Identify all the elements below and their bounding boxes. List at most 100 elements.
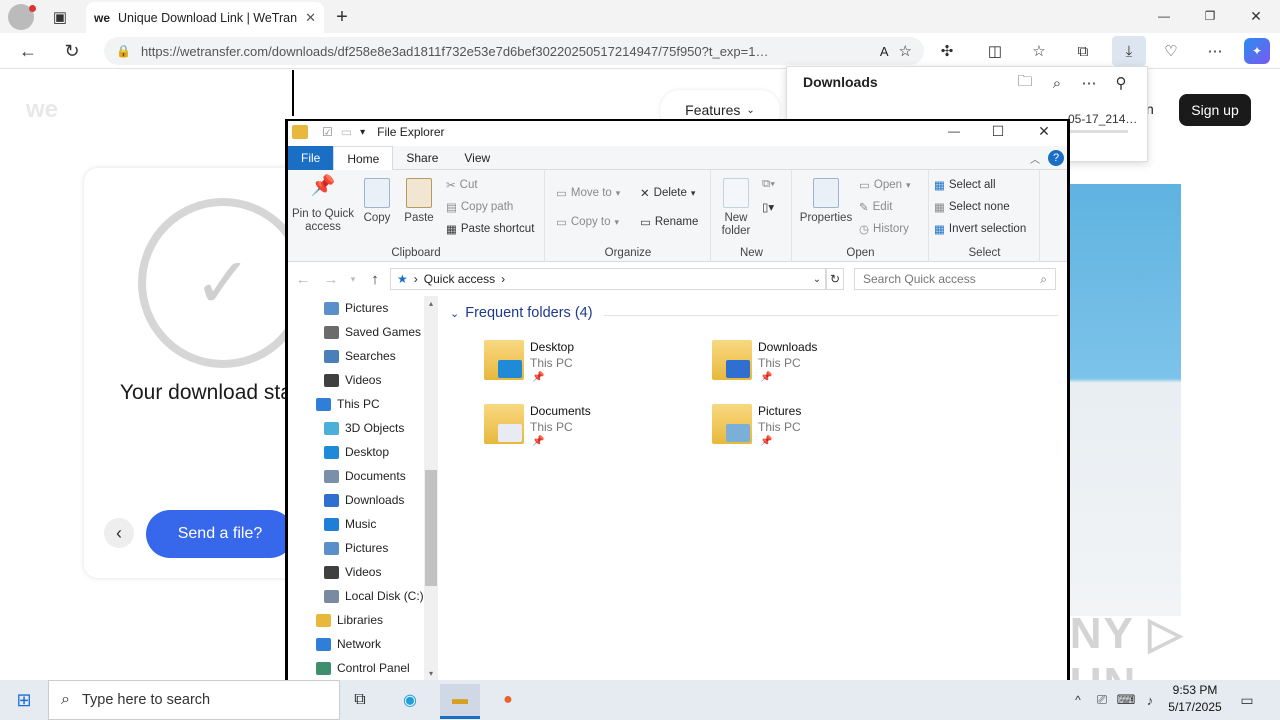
tab-actions-icon[interactable]: ▣ bbox=[48, 5, 72, 29]
recent-locations-icon[interactable]: ▾ bbox=[346, 270, 360, 288]
tray-chevron-icon[interactable]: ^ bbox=[1068, 688, 1088, 712]
pin-quick-access-button[interactable]: 📌 Pin to Quick access bbox=[290, 176, 356, 234]
network-icon[interactable]: ⌨ bbox=[1116, 688, 1136, 712]
breadcrumb[interactable]: ★ › Quick access › bbox=[390, 268, 826, 290]
download-item-name[interactable]: 05-17_214… bbox=[1068, 112, 1137, 126]
breadcrumb-quick-access[interactable]: Quick access bbox=[424, 272, 495, 286]
rename-button[interactable]: ▭ Rename bbox=[640, 215, 698, 229]
copy-to-button[interactable]: ▭ Copy to ▾ bbox=[556, 215, 619, 229]
pin-icon[interactable]: ⚲ bbox=[1110, 72, 1132, 94]
search-downloads-icon[interactable]: ⌕ bbox=[1046, 72, 1068, 94]
nav-item[interactable]: This PC bbox=[316, 392, 380, 416]
properties-button[interactable]: Properties bbox=[799, 178, 853, 225]
help-icon[interactable]: ? bbox=[1048, 150, 1064, 166]
back-chevron-icon[interactable]: ‹ bbox=[104, 518, 134, 548]
nav-item[interactable]: Videos bbox=[324, 368, 381, 392]
select-all-button[interactable]: ▦ Select all bbox=[934, 178, 996, 192]
send-file-button[interactable]: Send a file? bbox=[146, 510, 294, 558]
invert-selection-button[interactable]: ▦ Invert selection bbox=[934, 222, 1026, 236]
nav-item[interactable]: Pictures bbox=[324, 296, 388, 320]
open-button[interactable]: ▭ Open ▾ bbox=[859, 178, 911, 192]
refresh-icon[interactable]: ↻ bbox=[58, 38, 86, 64]
copilot-icon[interactable]: ✦ bbox=[1244, 38, 1270, 64]
downloads-icon[interactable]: ⤓ bbox=[1112, 36, 1146, 66]
copy-button[interactable]: Copy bbox=[360, 178, 394, 225]
folder-tile-downloads[interactable]: Downloads This PC 📌 bbox=[712, 340, 912, 396]
scroll-up-icon[interactable]: ▴ bbox=[425, 298, 437, 308]
nav-item[interactable]: Saved Games bbox=[324, 320, 421, 344]
system-clock[interactable]: 9:53 PM 5/17/2025 bbox=[1160, 682, 1230, 716]
nav-item[interactable]: Libraries bbox=[316, 608, 383, 632]
file-explorer-taskbar-icon[interactable]: ▬ bbox=[440, 684, 480, 716]
tab-home[interactable]: Home bbox=[333, 146, 394, 170]
read-aloud-icon[interactable]: A bbox=[880, 44, 889, 59]
tray-device-icon[interactable]: ⎚ bbox=[1092, 688, 1112, 712]
downloads-more-icon[interactable]: ⋯ bbox=[1078, 72, 1100, 94]
collapse-ribbon-icon[interactable]: ︿ bbox=[1028, 150, 1042, 166]
qat-dropdown-icon[interactable]: ▾ bbox=[360, 127, 365, 138]
browser-tab[interactable]: we Unique Download Link | WeTransfer ✕ bbox=[86, 2, 324, 33]
nav-item[interactable]: 3D Objects bbox=[324, 416, 404, 440]
tab-share[interactable]: Share bbox=[393, 146, 451, 170]
nav-up-icon[interactable]: ↑ bbox=[366, 270, 384, 288]
explorer-search-input[interactable]: Search Quick access ⌕ bbox=[854, 268, 1056, 290]
more-menu-icon[interactable]: ⋯ bbox=[1202, 38, 1228, 64]
address-bar[interactable]: 🔒 https://wetransfer.com/downloads/df258… bbox=[104, 37, 924, 65]
notifications-icon[interactable]: ▭ bbox=[1236, 688, 1258, 712]
qat-properties-icon[interactable]: ☑ bbox=[322, 125, 333, 139]
copy-path-button[interactable]: ▤ Copy path bbox=[446, 200, 513, 214]
taskbar-search-box[interactable]: ⌕ Type here to search bbox=[48, 680, 340, 720]
address-dropdown-icon[interactable]: ⌄ bbox=[810, 270, 824, 288]
refresh-location-icon[interactable]: ↻ bbox=[826, 268, 844, 290]
nav-item[interactable]: Videos bbox=[324, 560, 381, 584]
paste-button[interactable]: Paste bbox=[402, 178, 436, 225]
split-screen-icon[interactable]: ◫ bbox=[982, 38, 1008, 64]
restore-button[interactable]: ❐ bbox=[1198, 5, 1222, 27]
frequent-folders-header[interactable]: ⌄ Frequent folders (4) bbox=[450, 305, 593, 321]
nav-item[interactable]: Documents bbox=[324, 464, 406, 488]
new-tab-button[interactable]: + bbox=[330, 5, 354, 29]
move-to-button[interactable]: ▭ Move to ▾ bbox=[556, 186, 620, 200]
edit-button[interactable]: ✎ Edit bbox=[859, 200, 892, 214]
scroll-down-icon[interactable]: ▾ bbox=[425, 668, 437, 678]
folder-tile-pictures[interactable]: Pictures This PC 📌 bbox=[712, 404, 912, 460]
tab-view[interactable]: View bbox=[451, 146, 503, 170]
favorites-icon[interactable]: ☆ bbox=[1026, 38, 1052, 64]
windows-start-icon[interactable]: ⊞ bbox=[0, 680, 48, 720]
new-folder-button[interactable]: New folder bbox=[718, 178, 754, 238]
tab-file[interactable]: File bbox=[288, 146, 334, 170]
qat-new-folder-icon[interactable]: ▭ bbox=[341, 125, 352, 139]
easy-access-icon[interactable]: ▯▾ bbox=[762, 200, 774, 214]
tab-close-icon[interactable]: ✕ bbox=[305, 10, 316, 26]
collections-icon[interactable]: ⧉ bbox=[1070, 38, 1096, 64]
favorite-star-icon[interactable]: ☆ bbox=[899, 42, 912, 60]
sign-up-button[interactable]: Sign up bbox=[1179, 94, 1251, 126]
new-item-icon[interactable]: ⧉▾ bbox=[762, 178, 775, 191]
explorer-close-button[interactable]: ✕ bbox=[1032, 121, 1056, 141]
edge-taskbar-icon[interactable]: ◉ bbox=[390, 684, 430, 716]
open-folder-icon[interactable]: 🗀 bbox=[1014, 72, 1036, 94]
wetransfer-logo[interactable]: we bbox=[26, 96, 58, 124]
close-browser-button[interactable]: ✕ bbox=[1244, 5, 1268, 27]
paste-shortcut-button[interactable]: ▦ Paste shortcut bbox=[446, 222, 534, 236]
nav-item[interactable]: Desktop bbox=[324, 440, 389, 464]
nav-scrollbar-thumb[interactable] bbox=[425, 470, 437, 586]
explorer-maximize-button[interactable]: ☐ bbox=[986, 121, 1010, 141]
nav-forward-icon[interactable]: → bbox=[322, 270, 340, 288]
performance-icon[interactable]: ♡ bbox=[1158, 38, 1184, 64]
cut-button[interactable]: ✂ Cut bbox=[446, 178, 478, 192]
task-view-icon[interactable]: ⧉ bbox=[340, 684, 380, 716]
nav-item[interactable]: Downloads bbox=[324, 488, 404, 512]
extensions-icon[interactable]: ✣ bbox=[934, 38, 960, 64]
nav-item[interactable]: Music bbox=[324, 512, 376, 536]
select-none-button[interactable]: ▦ Select none bbox=[934, 200, 1010, 214]
nav-item[interactable]: Control Panel bbox=[316, 656, 410, 680]
minimize-button[interactable]: — bbox=[1152, 5, 1176, 27]
history-button[interactable]: ◷ History bbox=[859, 222, 909, 236]
nav-item[interactable]: Network bbox=[316, 632, 381, 656]
folder-tile-documents[interactable]: Documents This PC 📌 bbox=[484, 404, 684, 460]
firefox-taskbar-icon[interactable]: ● bbox=[488, 684, 528, 716]
volume-icon[interactable]: ♪ bbox=[1140, 688, 1160, 712]
delete-button[interactable]: ✕ Delete ▾ bbox=[640, 186, 695, 200]
folder-tile-desktop[interactable]: Desktop This PC 📌 bbox=[484, 340, 684, 396]
